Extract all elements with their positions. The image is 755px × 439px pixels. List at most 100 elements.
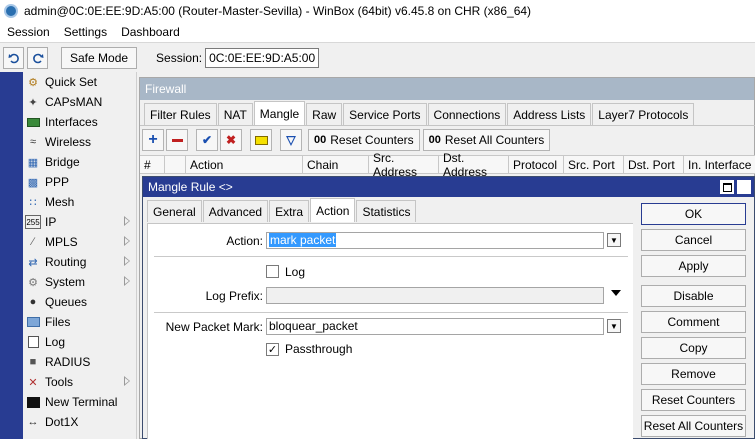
- sidebar-item-dot1x[interactable]: ↔ Dot1X: [23, 412, 136, 432]
- sidebar-item-mpls[interactable]: ∕ MPLS: [23, 232, 136, 252]
- safe-mode-button[interactable]: Safe Mode: [61, 46, 138, 69]
- packet-mark-dropdown-button[interactable]: ▼: [607, 319, 621, 333]
- sidebar-item-queues[interactable]: ● Queues: [23, 292, 136, 312]
- log-icon: [25, 335, 41, 349]
- column-header[interactable]: Dst. Address: [439, 151, 509, 179]
- redo-icon: [32, 53, 43, 63]
- reset-counters-button[interactable]: 00 Reset Counters: [308, 129, 420, 151]
- column-header[interactable]: Protocol: [509, 156, 564, 173]
- add-rule-button[interactable]: +: [142, 129, 164, 151]
- log-checkbox-label: Log: [285, 265, 306, 279]
- window-titlebar: admin@0C:0E:EE:9D:A5:00 (Router-Master-S…: [0, 0, 755, 22]
- log-prefix-field[interactable]: [266, 287, 604, 304]
- submenu-arrow-icon: [124, 376, 130, 386]
- sidebar-item-files[interactable]: Files: [23, 312, 136, 332]
- sidebar-item-wireless[interactable]: ≈ Wireless: [23, 132, 136, 152]
- maximize-button[interactable]: [720, 180, 734, 194]
- remove-rule-button[interactable]: [166, 129, 188, 151]
- tab-layer7-protocols[interactable]: Layer7 Protocols: [592, 103, 695, 125]
- sidebar-item-new-terminal[interactable]: New Terminal: [23, 392, 136, 412]
- comment-button[interactable]: [250, 129, 272, 151]
- filter-button[interactable]: ▽: [280, 129, 302, 151]
- checkmark-icon: ✓: [267, 344, 278, 356]
- sidebar-item-capsman[interactable]: ✦ CAPsMAN: [23, 92, 136, 112]
- check-icon: ✔: [201, 133, 213, 147]
- action-tab-panel: Action: mark packet ▼ Log Log Prefix: Ne…: [147, 224, 633, 439]
- tab-mangle[interactable]: Mangle: [253, 101, 306, 125]
- tab-connections[interactable]: Connections: [427, 103, 507, 125]
- menu-settings[interactable]: Settings: [57, 25, 114, 39]
- disable-rule-button[interactable]: ✖: [220, 129, 242, 151]
- log-checkbox[interactable]: [266, 265, 279, 278]
- submenu-arrow-icon: [124, 216, 130, 226]
- menu-bar: Session Settings Dashboard: [0, 22, 755, 42]
- sidebar-item-routing[interactable]: ⇄ Routing: [23, 252, 136, 272]
- redo-button[interactable]: [27, 46, 48, 69]
- sidebar-item-mesh[interactable]: ∷ Mesh: [23, 192, 136, 212]
- terminal-icon: [25, 395, 41, 409]
- tab-extra[interactable]: Extra: [269, 200, 310, 222]
- close-button[interactable]: ✕: [737, 180, 751, 194]
- sidebar-item-log[interactable]: Log: [23, 332, 136, 352]
- comment-button[interactable]: Comment: [641, 311, 746, 333]
- separator: [154, 256, 628, 257]
- ip-icon: 255: [25, 215, 41, 229]
- sidebar-item-tools[interactable]: ✕ Tools: [23, 372, 136, 392]
- cancel-button[interactable]: Cancel: [641, 229, 746, 251]
- firewall-toolbar: + ✔ ✖ ▽ 00 Reset Counters 00 Reset All Cou…: [142, 129, 553, 151]
- tab-advanced[interactable]: Advanced: [202, 200, 269, 222]
- tab-raw[interactable]: Raw: [306, 103, 343, 125]
- tab-filter-rules[interactable]: Filter Rules: [144, 103, 217, 125]
- passthrough-checkbox[interactable]: ✓: [266, 343, 279, 356]
- sidebar-item-bridge[interactable]: ▦ Bridge: [23, 152, 136, 172]
- reset-all-counters-button[interactable]: Reset All Counters: [641, 415, 746, 437]
- menu-dashboard[interactable]: Dashboard: [114, 25, 187, 39]
- session-label: Session:: [156, 50, 203, 65]
- main-toolbar: Safe Mode Session: 0C:0E:EE:9D:A5:00: [0, 42, 755, 72]
- tab-service-ports[interactable]: Service Ports: [343, 103, 427, 125]
- column-header[interactable]: Src. Address: [369, 151, 439, 179]
- column-header[interactable]: Dst. Port: [624, 156, 684, 173]
- filter-icon: ▽: [286, 133, 296, 147]
- column-header[interactable]: #: [140, 156, 165, 173]
- sidebar-item-ip[interactable]: 255 IP: [23, 212, 136, 232]
- ok-button[interactable]: OK: [641, 203, 746, 225]
- column-header[interactable]: Action: [186, 156, 303, 173]
- sidebar-item-system[interactable]: ⚙ System: [23, 272, 136, 292]
- menu-session[interactable]: Session: [0, 25, 57, 39]
- column-header-flags[interactable]: [165, 156, 186, 173]
- dialog-title: Mangle Rule <>: [148, 180, 233, 194]
- tab-general[interactable]: General: [147, 200, 202, 222]
- enable-rule-button[interactable]: ✔: [196, 129, 218, 151]
- remove-button[interactable]: Remove: [641, 363, 746, 385]
- dropdown-arrow-icon: ▼: [610, 321, 618, 331]
- new-packet-mark-field[interactable]: bloquear_packet: [266, 318, 604, 335]
- copy-button[interactable]: Copy: [641, 337, 746, 359]
- mpls-icon: ∕: [32, 236, 34, 248]
- files-icon: [25, 315, 41, 329]
- action-select[interactable]: mark packet: [266, 232, 604, 249]
- undo-button[interactable]: [3, 46, 24, 69]
- tab-nat[interactable]: NAT: [217, 103, 253, 125]
- tab-statistics[interactable]: Statistics: [356, 200, 417, 222]
- apply-button[interactable]: Apply: [641, 255, 746, 277]
- sidebar-item-ppp[interactable]: ▩ PPP: [23, 172, 136, 192]
- disable-button[interactable]: Disable: [641, 285, 746, 307]
- dialog-titlebar: Mangle Rule <> ✕: [143, 177, 754, 197]
- reset-all-counters-button[interactable]: 00 Reset All Counters: [422, 129, 551, 151]
- column-header[interactable]: In. Interface: [684, 156, 755, 173]
- reset-counters-button[interactable]: Reset Counters: [641, 389, 746, 411]
- sidebar-item-quick-set[interactable]: ⚙ Quick Set: [23, 72, 136, 92]
- sidebar-item-radius[interactable]: ■ RADIUS: [23, 352, 136, 372]
- column-header[interactable]: Src. Port: [564, 156, 624, 173]
- quick-set-icon: ⚙: [28, 76, 38, 89]
- column-header[interactable]: Chain: [303, 156, 369, 173]
- tab-action[interactable]: Action: [310, 198, 356, 222]
- action-dropdown-button[interactable]: ▼: [607, 233, 621, 247]
- session-field[interactable]: 0C:0E:EE:9D:A5:00: [205, 47, 320, 68]
- dialog-tabs: General Advanced Extra Action Statistics: [147, 198, 417, 222]
- sidebar-item-interfaces[interactable]: Interfaces: [23, 112, 136, 132]
- tab-address-lists[interactable]: Address Lists: [507, 103, 592, 125]
- submenu-arrow-icon: [124, 256, 130, 266]
- log-prefix-dropdown-icon[interactable]: [611, 290, 621, 296]
